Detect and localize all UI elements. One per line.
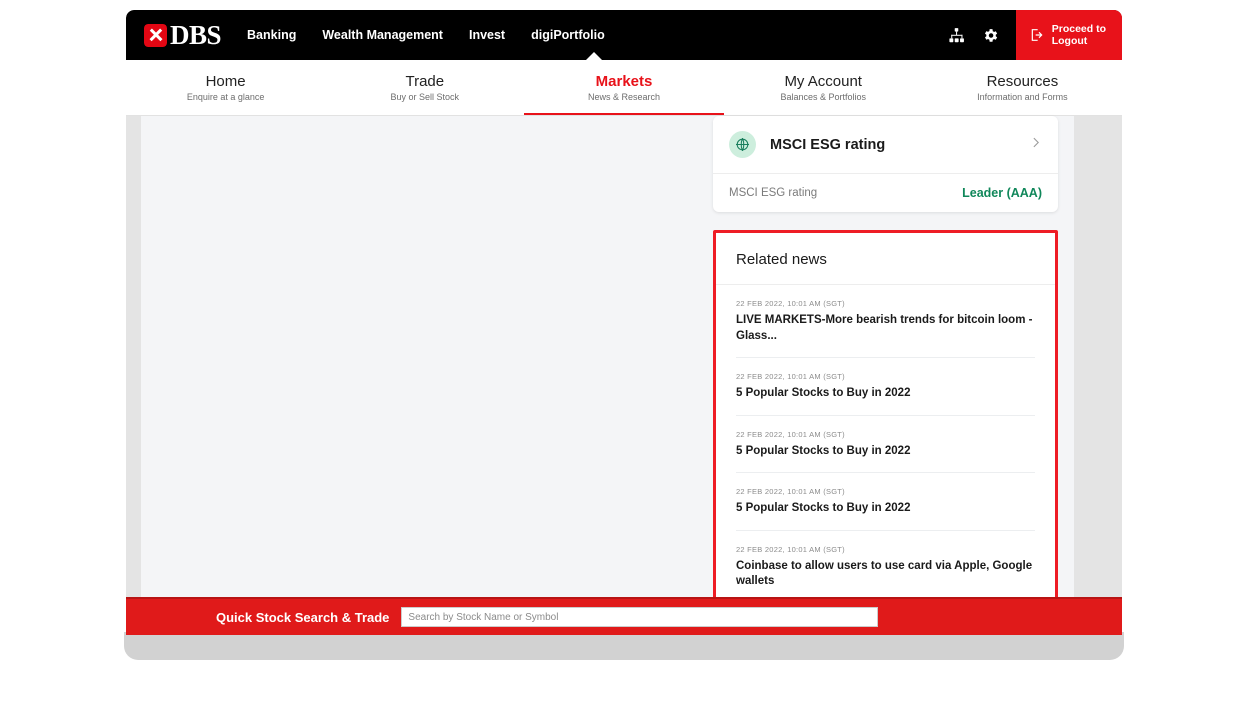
browser-window: DBS Banking Wealth Management Invest dig… <box>126 10 1122 635</box>
news-item-headline: 5 Popular Stocks to Buy in 2022 <box>736 444 911 457</box>
tab-markets-title: Markets <box>595 73 653 90</box>
tab-my-account[interactable]: My Account Balances & Portfolios <box>724 60 923 115</box>
news-list-item[interactable]: 22 FEB 2022, 10:01 AM (SGT) Coinbase to … <box>736 531 1035 603</box>
news-list-item[interactable]: 22 FEB 2022, 10:01 AM (SGT) 5 Popular St… <box>736 358 1035 416</box>
tab-resources-title: Resources <box>986 73 1059 90</box>
msci-esg-rating-row: MSCI ESG rating Leader (AAA) <box>713 174 1058 212</box>
tab-trade-subtitle: Buy or Sell Stock <box>390 92 460 102</box>
related-news-inner: Related news 22 FEB 2022, 10:01 AM (SGT)… <box>716 233 1055 603</box>
tab-my-account-subtitle: Balances & Portfolios <box>780 92 866 102</box>
logout-label-line1: Proceed to <box>1051 22 1106 35</box>
related-news-panel: Related news 22 FEB 2022, 10:01 AM (SGT)… <box>713 230 1058 606</box>
dbs-logo[interactable]: DBS <box>144 19 222 50</box>
news-item-date: 22 FEB 2022, 10:01 AM (SGT) <box>736 372 845 382</box>
proceed-to-logout-button[interactable]: Proceed to Logout <box>1015 10 1122 60</box>
top-header: DBS Banking Wealth Management Invest dig… <box>126 10 1122 61</box>
msci-esg-rating-label: MSCI ESG rating <box>729 187 818 199</box>
news-item-date: 22 FEB 2022, 10:01 AM (SGT) <box>736 429 845 439</box>
news-list-item[interactable]: 22 FEB 2022, 10:01 AM (SGT) 5 Popular St… <box>736 416 1035 474</box>
quick-stock-search-bar: Quick Stock Search & Trade <box>126 597 1122 635</box>
chevron-right-icon <box>1029 136 1042 154</box>
tab-home[interactable]: Home Enquire at a glance <box>126 60 325 115</box>
quick-stock-search-label: Quick Stock Search & Trade <box>216 609 390 625</box>
logout-icon <box>1031 29 1043 41</box>
header-nav-item-invest[interactable]: Invest <box>469 28 505 42</box>
tab-trade[interactable]: Trade Buy or Sell Stock <box>325 60 524 115</box>
left-scroll-gutter[interactable] <box>126 116 141 607</box>
header-right-actions: Proceed to Logout <box>940 10 1122 60</box>
tab-home-subtitle: Enquire at a glance <box>186 92 265 102</box>
news-item-headline: 5 Popular Stocks to Buy in 2022 <box>736 387 911 400</box>
main-tab-bar: Home Enquire at a glance Trade Buy or Se… <box>126 60 1122 116</box>
msci-esg-rating-card: MSCI ESG rating MSCI ESG rating Leader (… <box>713 116 1058 212</box>
esg-globe-icon <box>729 131 756 158</box>
msci-esg-card-title: MSCI ESG rating <box>770 136 886 153</box>
tab-resources-subtitle: Information and Forms <box>977 92 1068 102</box>
related-news-list: 22 FEB 2022, 10:01 AM (SGT) LIVE MARKETS… <box>716 285 1055 603</box>
tab-resources[interactable]: Resources Information and Forms <box>923 60 1122 115</box>
header-nav-item-digiportfolio[interactable]: digiPortfolio <box>531 28 605 42</box>
tab-markets-subtitle: News & Research <box>587 92 661 102</box>
news-list-item[interactable]: 22 FEB 2022, 10:01 AM (SGT) LIVE MARKETS… <box>736 285 1035 359</box>
news-list-item[interactable]: 22 FEB 2022, 10:01 AM (SGT) 5 Popular St… <box>736 473 1035 531</box>
quick-stock-search-input[interactable] <box>401 607 879 627</box>
related-news-title: Related news <box>716 233 1055 285</box>
sitemap-icon[interactable] <box>940 10 974 60</box>
page-body: MSCI ESG rating MSCI ESG rating Leader (… <box>126 116 1122 635</box>
news-item-date: 22 FEB 2022, 10:01 AM (SGT) <box>736 487 845 497</box>
msci-esg-card-header[interactable]: MSCI ESG rating <box>713 116 1058 174</box>
news-item-date: 22 FEB 2022, 10:01 AM (SGT) <box>736 299 845 308</box>
news-item-date: 22 FEB 2022, 10:01 AM (SGT) <box>736 544 845 554</box>
dbs-x-logo-icon <box>144 23 167 47</box>
msci-esg-rating-value: Leader (AAA) <box>962 186 1042 200</box>
tab-my-account-title: My Account <box>784 73 862 90</box>
header-nav: Banking Wealth Management Invest digiPor… <box>247 28 605 42</box>
header-nav-item-banking[interactable]: Banking <box>247 28 296 42</box>
logout-button-label: Proceed to Logout <box>1052 23 1106 47</box>
device-frame-base <box>124 632 1124 660</box>
gear-icon[interactable] <box>974 10 1008 60</box>
right-column: MSCI ESG rating MSCI ESG rating Leader (… <box>713 116 1073 635</box>
news-item-headline: 5 Popular Stocks to Buy in 2022 <box>736 502 911 515</box>
dbs-wordmark: DBS <box>170 19 222 50</box>
tab-trade-title: Trade <box>405 73 445 90</box>
news-item-headline: Coinbase to allow users to use card via … <box>736 559 1033 588</box>
logout-label-line2: Logout <box>1051 35 1088 47</box>
tab-home-title: Home <box>205 73 246 90</box>
news-item-headline: LIVE MARKETS-More bearish trends for bit… <box>736 314 1033 342</box>
tab-markets[interactable]: Markets News & Research <box>524 60 724 115</box>
header-nav-item-wealth-management[interactable]: Wealth Management <box>322 28 443 42</box>
right-scroll-gutter[interactable] <box>1074 116 1122 607</box>
